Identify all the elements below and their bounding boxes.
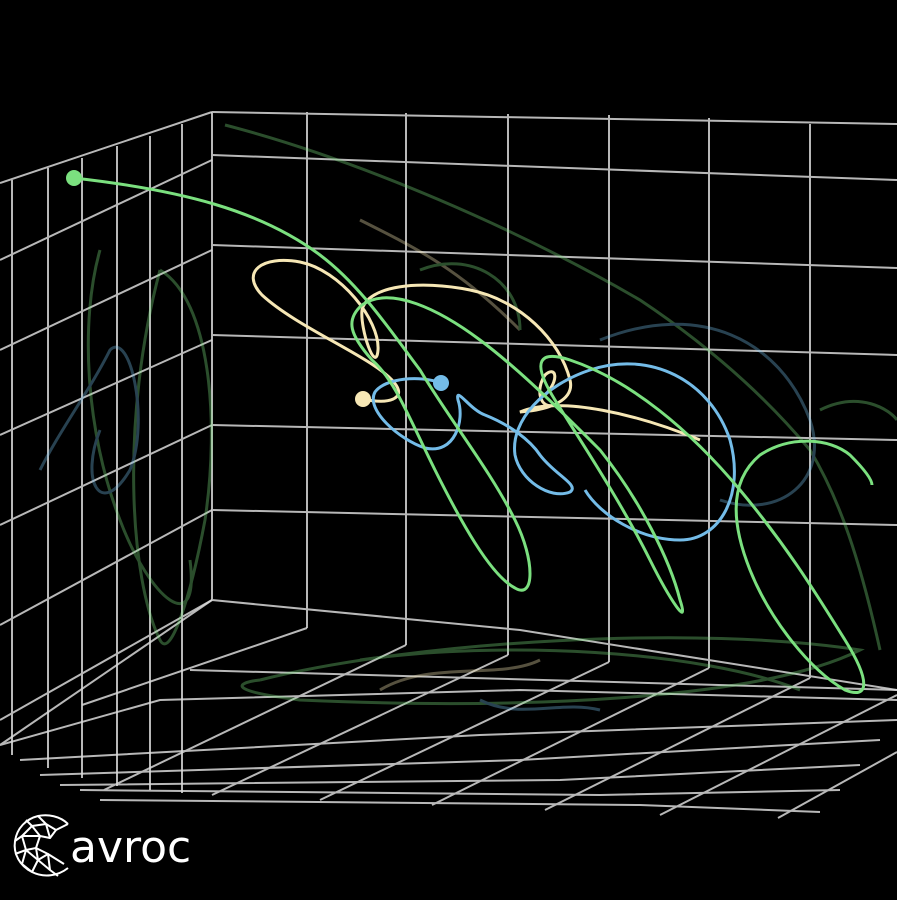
cavroc-geodesic-c-icon xyxy=(13,814,69,877)
green-start-marker xyxy=(66,170,82,186)
blue-start-marker xyxy=(433,375,449,391)
cavroc-logo: avroc xyxy=(10,808,191,880)
cavroc-wordmark: avroc xyxy=(70,822,192,873)
cream-start-marker xyxy=(355,391,371,407)
3d-trajectory-plot xyxy=(0,0,897,900)
